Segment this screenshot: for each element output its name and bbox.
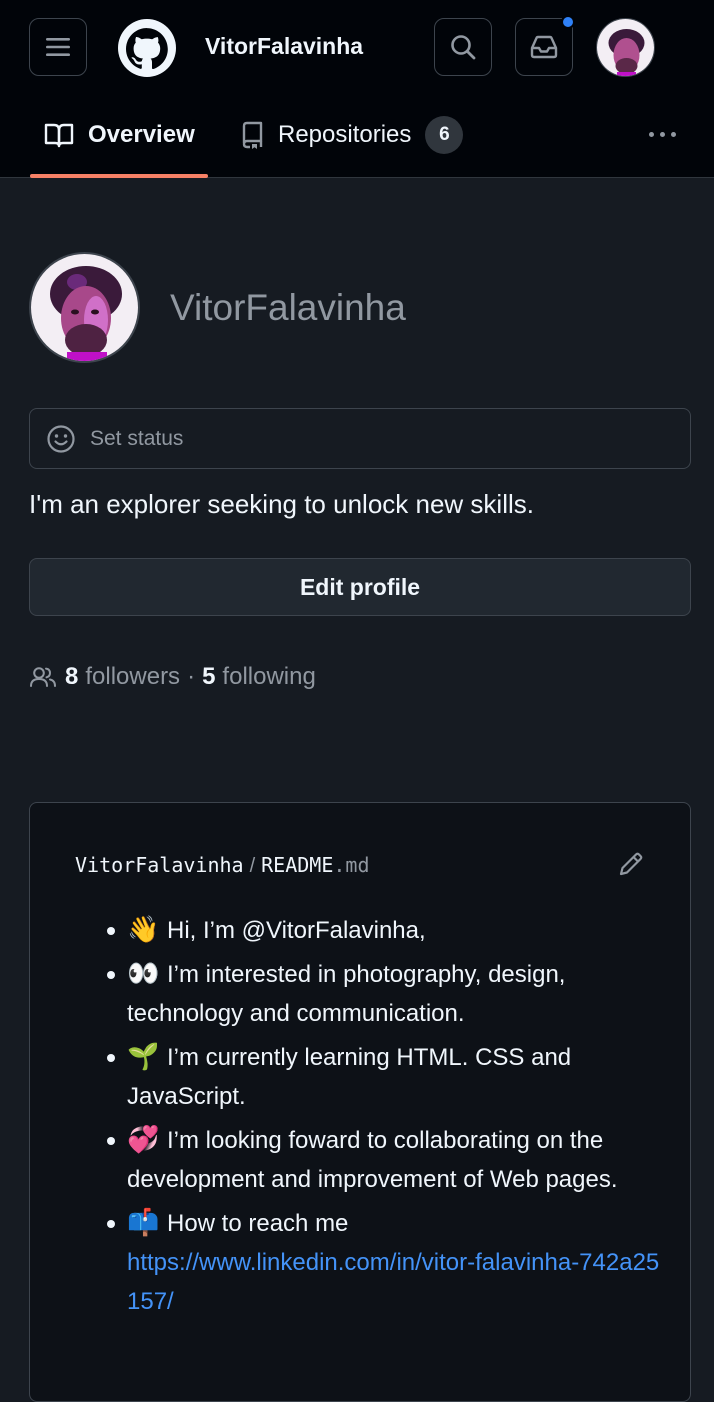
search-icon <box>451 35 476 60</box>
profile-avatar[interactable] <box>29 252 140 363</box>
selected-tab-indicator <box>30 174 208 178</box>
avatar[interactable] <box>596 18 655 77</box>
follow-separator: · <box>187 663 196 690</box>
tab-overview[interactable]: Overview <box>44 112 195 158</box>
menu-button[interactable] <box>29 18 87 76</box>
notification-dot <box>561 15 575 29</box>
list-item-text: I’m looking foward to collaborating on t… <box>127 1127 618 1193</box>
readme-path: VitorFalavinha / README .md <box>75 853 370 878</box>
kebab-dot <box>670 131 676 137</box>
eyes-emoji: 👀 <box>127 959 160 989</box>
tab-overview-label: Overview <box>88 121 195 148</box>
repo-icon <box>242 121 263 149</box>
more-tabs-button[interactable] <box>640 114 684 154</box>
list-item: 💞 I’m looking foward to collaborating on … <box>107 1121 667 1199</box>
list-item-text: How to reach me <box>167 1210 349 1237</box>
people-icon <box>30 667 56 687</box>
hamburger-icon <box>46 38 70 56</box>
profile-bio: I'm an explorer seeking to unlock new sk… <box>29 489 534 519</box>
inbox-icon <box>530 35 558 59</box>
seedling-emoji: 🌱 <box>127 1042 160 1072</box>
set-status-button[interactable]: Set status <box>29 408 691 469</box>
list-item-text: I’m currently learning HTML. CSS and Jav… <box>127 1044 572 1110</box>
search-button[interactable] <box>434 18 492 76</box>
tab-repositories-label: Repositories <box>278 121 412 148</box>
readme-filename: README <box>261 853 334 877</box>
list-item: 👀 I’m interested in photography, design, … <box>107 955 667 1033</box>
header-username[interactable]: VitorFalavinha <box>205 33 363 60</box>
tab-repositories[interactable]: Repositories 6 <box>240 112 464 158</box>
mailbox-emoji: 📫 <box>127 1208 160 1238</box>
list-item: 📫 How to reach me https://www.linkedin.co… <box>107 1204 667 1321</box>
following-label: following <box>222 663 316 690</box>
avatar-photo <box>597 19 654 76</box>
list-item: 👋 Hi, I’m @VitorFalavinha, <box>107 911 667 950</box>
following-link[interactable]: 5 following <box>202 663 316 691</box>
readme-list: 👋 Hi, I’m @VitorFalavinha, 👀 I’m intereste… <box>107 911 667 1326</box>
avatar-photo <box>31 254 138 361</box>
app-header: VitorFalavinha Overview Repositories 6 <box>0 0 714 178</box>
readme-extension: .md <box>333 853 370 877</box>
book-icon <box>44 123 74 148</box>
follow-stats: 8 followers · 5 following <box>29 663 316 691</box>
path-separator: / <box>249 855 256 877</box>
list-item-text: I’m interested in photography, design, t… <box>127 961 566 1027</box>
list-item-text: Hi, I’m @VitorFalavinha, <box>167 917 426 944</box>
edit-profile-button[interactable]: Edit profile <box>29 558 691 616</box>
followers-count: 8 <box>65 663 79 690</box>
following-count: 5 <box>202 663 216 690</box>
set-status-label: Set status <box>90 426 184 450</box>
linkedin-link[interactable]: https://www.linkedin.com/in/vitor-falavi… <box>127 1249 659 1315</box>
github-octocat-icon[interactable] <box>117 18 177 78</box>
repositories-count-badge: 6 <box>425 116 464 154</box>
followers-link[interactable]: 8 followers <box>65 663 180 691</box>
hearts-emoji: 💞 <box>127 1125 160 1155</box>
waving-hand-emoji: 👋 <box>127 915 160 945</box>
followers-label: followers <box>85 663 181 690</box>
kebab-dot <box>648 131 654 137</box>
readme-owner: VitorFalavinha <box>75 853 244 877</box>
pencil-icon[interactable] <box>616 849 646 879</box>
profile-username: VitorFalavinha <box>170 287 406 328</box>
kebab-dot <box>659 131 665 137</box>
readme-card: VitorFalavinha / README .md 👋 Hi, I’m @Vi… <box>29 802 691 1402</box>
list-item: 🌱 I’m currently learning HTML. CSS and Ja… <box>107 1038 667 1116</box>
smiley-icon <box>47 424 75 453</box>
